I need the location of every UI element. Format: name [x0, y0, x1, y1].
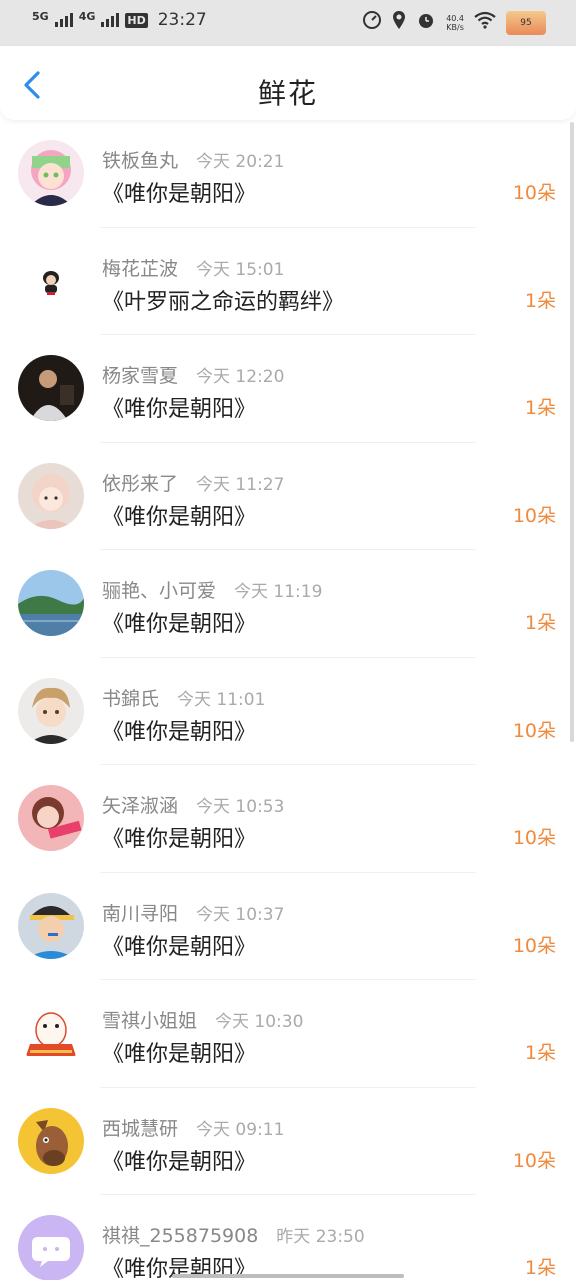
flower-count: 1朵 — [524, 289, 556, 312]
page-title: 鲜花 — [257, 77, 318, 110]
gift-time: 今天 09:11 — [196, 1119, 285, 1140]
user-name-text: 西城慧研 — [102, 1117, 179, 1140]
user-name: 西城慧研 今天 09:11 — [102, 1114, 284, 1141]
gift-time: 昨天 23:50 — [276, 1227, 365, 1247]
list-item[interactable]: 书錦氏 今天 11:01 《唯你是朝阳》 10朵 — [0, 658, 576, 765]
battery-icon: 95 — [506, 10, 546, 35]
signal-icon-2 — [101, 13, 120, 27]
flower-record-list[interactable]: 铁板鱼丸 今天 20:21 《唯你是朝阳》 10朵 梅花芷波 今天 15:01 《叶… — [0, 120, 576, 1280]
user-name-text: 梅花芷波 — [102, 257, 179, 280]
flower-count: 10朵 — [512, 1149, 556, 1172]
flower-count: 1朵 — [524, 1257, 556, 1279]
status-time: 23:27 — [157, 10, 207, 30]
small-figure-avatar[interactable] — [18, 247, 84, 314]
user-name: 矢泽淑涵 今天 10:53 — [102, 791, 284, 818]
flower-count: 10朵 — [512, 934, 556, 957]
boy-photo-avatar[interactable] — [18, 892, 84, 959]
gift-time: 今天 10:30 — [215, 1012, 304, 1032]
user-name-text: 南川寻阳 — [102, 902, 179, 925]
flower-count: 1朵 — [524, 612, 556, 634]
user-name: 雪祺小姐姐 今天 10:30 — [102, 1006, 303, 1033]
speed-value: 40.4 — [446, 13, 464, 23]
header-bar: 鲜花 — [0, 46, 576, 120]
user-name: 铁板鱼丸 今天 20:21 — [102, 146, 284, 173]
speedometer-icon — [362, 10, 382, 35]
hd-icon: HD — [125, 12, 148, 28]
book-title: 《唯你是朝阳》 — [102, 612, 257, 637]
network-5g-label: 5G — [32, 9, 49, 23]
user-name-text: 铁板鱼丸 — [102, 150, 179, 172]
flower-count: 10朵 — [512, 827, 556, 849]
battery-level: 95 — [520, 17, 532, 28]
flower-count: 10朵 — [512, 182, 556, 204]
landscape-avatar[interactable] — [18, 570, 84, 636]
list-item[interactable]: 西城慧研 今天 09:11 《唯你是朝阳》 10朵 — [0, 1088, 576, 1195]
book-title: 《唯你是朝阳》 — [102, 1149, 257, 1175]
gift-time: 今天 10:53 — [196, 797, 285, 817]
list-item[interactable]: 祺祺_255875908 昨天 23:50 《唯你是朝阳》 1朵 — [0, 1195, 576, 1280]
list-item[interactable]: 南川寻阳 今天 10:37 《唯你是朝阳》 10朵 — [0, 873, 576, 980]
speed-unit: KB/s — [446, 22, 464, 32]
list-item[interactable]: 铁板鱼丸 今天 20:21 《唯你是朝阳》 10朵 — [0, 120, 576, 228]
gift-time: 今天 11:27 — [196, 474, 285, 495]
network-speed: 40.4 KB/s — [446, 14, 464, 32]
book-title: 《叶罗丽之命运的羁绊》 — [102, 289, 345, 315]
list-item[interactable]: 依彤来了 今天 11:27 《唯你是朝阳》 10朵 — [0, 443, 576, 550]
cartoon-mascot-avatar[interactable] — [18, 1000, 84, 1066]
flower-count: 10朵 — [512, 504, 556, 527]
list-item[interactable]: 杨家雪夏 今天 12:20 《唯你是朝阳》 1朵 — [0, 335, 576, 443]
list-item[interactable]: 骊艳、小可爱 今天 11:19 《唯你是朝阳》 1朵 — [0, 550, 576, 658]
book-title: 《唯你是朝阳》 — [102, 1042, 257, 1067]
cartoon-horse-avatar[interactable] — [18, 1107, 84, 1174]
book-title: 《唯你是朝阳》 — [102, 934, 257, 960]
status-bar: 5G 4G HD 23:27 40.4 KB/s 95 — [0, 0, 576, 46]
flower-count: 1朵 — [524, 397, 556, 419]
book-title: 《唯你是朝阳》 — [102, 827, 257, 852]
user-name-text: 书錦氏 — [102, 687, 160, 710]
wifi-icon — [474, 11, 496, 34]
user-name-text: 杨家雪夏 — [102, 365, 179, 387]
chat-bubble-avatar[interactable] — [18, 1215, 84, 1280]
gift-time: 今天 15:01 — [196, 259, 285, 280]
anime-boy-avatar[interactable] — [18, 677, 84, 744]
book-title: 《唯你是朝阳》 — [102, 182, 257, 207]
scrollbar[interactable] — [570, 122, 574, 742]
man-photo-avatar[interactable] — [18, 355, 84, 421]
gift-time: 今天 11:19 — [234, 582, 323, 602]
anime-girl-avatar[interactable] — [18, 140, 84, 206]
list-item[interactable]: 矢泽淑涵 今天 10:53 《唯你是朝阳》 10朵 — [0, 765, 576, 873]
girl-photo-avatar[interactable] — [18, 785, 84, 851]
book-title: 《唯你是朝阳》 — [102, 719, 257, 745]
book-title: 《唯你是朝阳》 — [102, 504, 257, 530]
network-4g-label: 4G — [78, 9, 96, 23]
gift-time: 今天 20:21 — [196, 152, 285, 172]
baby-photo-avatar[interactable] — [18, 462, 84, 529]
gift-time: 今天 12:20 — [196, 367, 285, 387]
status-left: 5G 4G HD 23:27 — [32, 9, 207, 31]
list-item[interactable]: 梅花芷波 今天 15:01 《叶罗丽之命运的羁绊》 1朵 — [0, 228, 576, 335]
user-name-text: 矢泽淑涵 — [102, 795, 179, 817]
user-name: 祺祺_255875908 昨天 23:50 — [102, 1221, 365, 1248]
gift-time: 今天 10:37 — [196, 904, 285, 925]
book-title: 《唯你是朝阳》 — [102, 397, 257, 422]
home-indicator[interactable] — [172, 1274, 404, 1278]
list-item[interactable]: 雪祺小姐姐 今天 10:30 《唯你是朝阳》 1朵 — [0, 980, 576, 1088]
user-name-text: 骊艳、小可爱 — [102, 580, 217, 602]
status-right: 40.4 KB/s 95 — [362, 10, 546, 35]
flower-count: 1朵 — [524, 1042, 556, 1064]
user-name: 骊艳、小可爱 今天 11:19 — [102, 576, 322, 603]
user-name: 梅花芷波 今天 15:01 — [102, 254, 284, 281]
user-name-text: 祺祺_255875908 — [102, 1225, 259, 1247]
signal-icon — [54, 13, 73, 27]
user-name-text: 雪祺小姐姐 — [102, 1010, 198, 1032]
user-name-text: 依彤来了 — [102, 472, 179, 495]
location-icon — [392, 10, 406, 35]
flower-count: 10朵 — [512, 719, 556, 742]
user-name: 南川寻阳 今天 10:37 — [102, 899, 284, 926]
user-name: 书錦氏 今天 11:01 — [102, 684, 265, 711]
user-name: 杨家雪夏 今天 12:20 — [102, 361, 284, 388]
gift-time: 今天 11:01 — [177, 689, 266, 710]
alarm-icon — [416, 10, 436, 35]
user-name: 依彤来了 今天 11:27 — [102, 469, 284, 496]
